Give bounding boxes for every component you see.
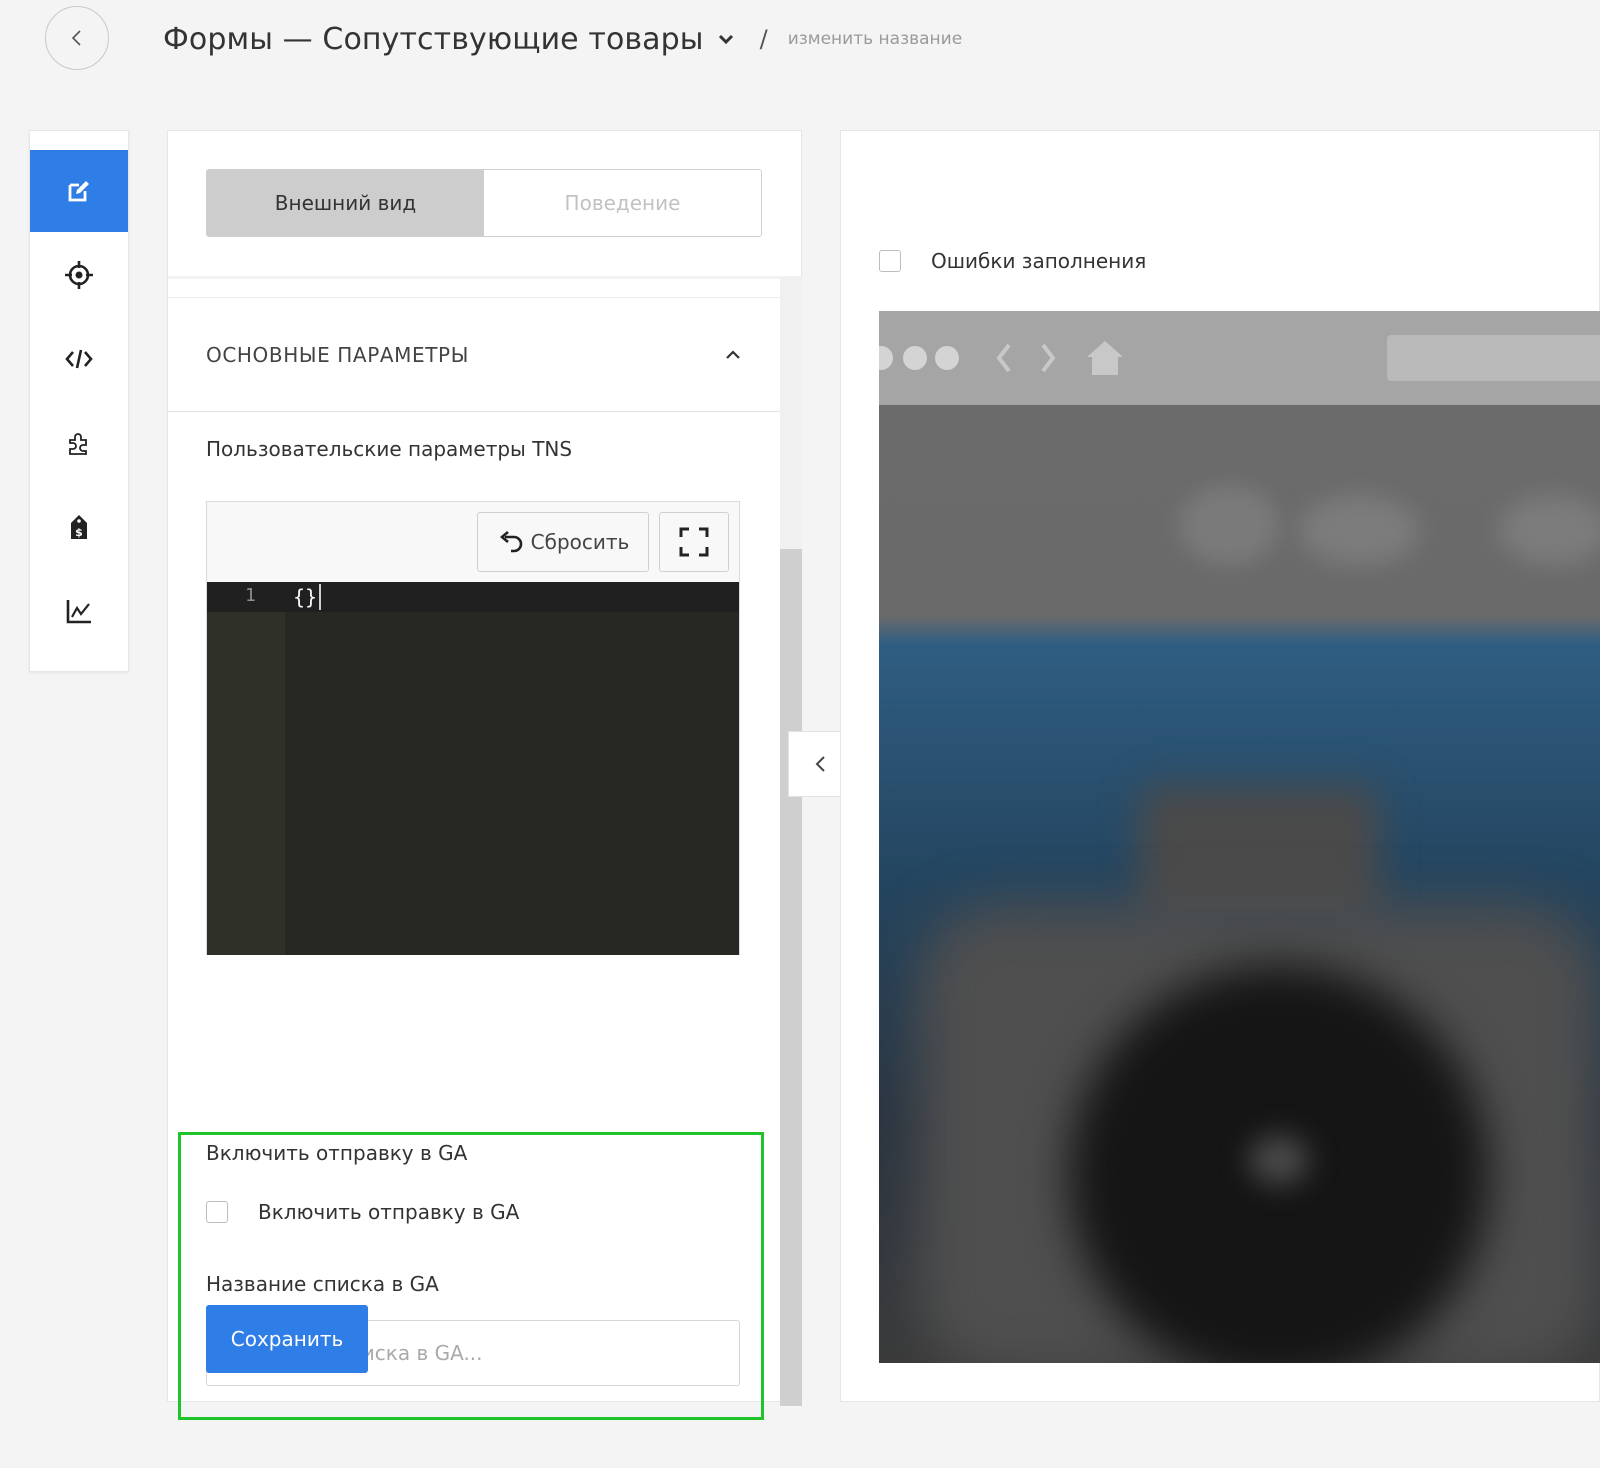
chevron-left-icon bbox=[815, 756, 825, 772]
blurred-shape bbox=[1499, 495, 1600, 565]
errors-toggle-row[interactable]: Ошибки заполнения bbox=[879, 249, 1146, 273]
editor-toolbar: Сбросить bbox=[207, 502, 739, 582]
price-tag-icon: $ bbox=[71, 515, 87, 539]
code-icon bbox=[65, 349, 93, 369]
tns-params-label: Пользовательские параметры TNS bbox=[206, 437, 573, 461]
target-icon bbox=[65, 261, 93, 289]
code-area[interactable]: 1 {} bbox=[207, 582, 739, 955]
settings-scroll-area: ОСНОВНЫЕ ПАРАМЕТРЫ Пользовательские пара… bbox=[168, 276, 780, 1420]
window-dot bbox=[935, 346, 959, 370]
puzzle-icon bbox=[69, 433, 87, 455]
errors-checkbox-label[interactable]: Ошибки заполнения bbox=[931, 249, 1146, 273]
edit-icon bbox=[68, 181, 89, 202]
blurred-shape bbox=[1139, 785, 1379, 925]
rename-link[interactable]: изменить название bbox=[788, 29, 963, 49]
tns-code-editor: Сбросить 1 {} bbox=[206, 501, 740, 955]
text-cursor bbox=[319, 584, 321, 610]
ga-enable-checkbox-label[interactable]: Включить отправку в GA bbox=[258, 1200, 519, 1224]
sidebar-item-targeting[interactable] bbox=[30, 234, 128, 316]
reset-button[interactable]: Сбросить bbox=[477, 512, 649, 572]
sidebar-item-integrations[interactable] bbox=[30, 402, 128, 484]
window-dot bbox=[903, 346, 927, 370]
chevron-up-icon bbox=[726, 350, 740, 359]
line-gutter bbox=[207, 582, 285, 955]
active-line-highlight bbox=[207, 582, 739, 612]
ga-section-label: Включить отправку в GA bbox=[206, 1141, 468, 1165]
errors-checkbox[interactable] bbox=[879, 250, 901, 272]
sidebar-item-code[interactable] bbox=[30, 318, 128, 400]
blurred-shape bbox=[1299, 495, 1419, 565]
scrollbar-thumb[interactable] bbox=[780, 549, 802, 1406]
svg-text:$: $ bbox=[75, 526, 83, 539]
chevron-down-icon[interactable] bbox=[716, 29, 736, 49]
sidebar-item-pricing[interactable]: $ bbox=[30, 486, 128, 568]
save-button[interactable]: Сохранить bbox=[206, 1305, 368, 1373]
window-dot bbox=[879, 346, 893, 370]
blurred-shape bbox=[1179, 485, 1279, 565]
tab-appearance[interactable]: Внешний вид bbox=[207, 170, 484, 236]
ga-list-label: Название списка в GA bbox=[206, 1272, 439, 1296]
browser-nav-arrows-icon bbox=[996, 343, 1056, 373]
browser-preview bbox=[879, 311, 1600, 1363]
chevron-left-icon bbox=[71, 30, 81, 46]
preview-image bbox=[879, 405, 1600, 1363]
code-text: {} bbox=[293, 585, 318, 609]
tab-behavior[interactable]: Поведение bbox=[484, 170, 761, 236]
section-title: ОСНОВНЫЕ ПАРАМЕТРЫ bbox=[206, 342, 469, 367]
settings-panel: Внешний вид Поведение ОСНОВНЫЕ ПАРАМЕТРЫ… bbox=[167, 130, 802, 1420]
fullscreen-icon bbox=[679, 527, 709, 557]
sidebar-item-edit[interactable] bbox=[30, 150, 128, 232]
sidebar-item-analytics[interactable] bbox=[30, 570, 128, 652]
home-icon bbox=[1087, 341, 1123, 375]
chart-icon bbox=[66, 600, 91, 624]
line-number: 1 bbox=[245, 585, 256, 606]
back-button[interactable] bbox=[45, 6, 109, 70]
icon-sidebar: $ bbox=[29, 130, 129, 672]
browser-toolbar bbox=[879, 311, 1600, 405]
breadcrumb: Формы — Сопутствующие товары / изменить … bbox=[163, 18, 962, 60]
breadcrumb-separator: / bbox=[759, 25, 768, 53]
blurred-shape bbox=[1249, 1135, 1309, 1185]
section-header-main[interactable]: ОСНОВНЫЕ ПАРАМЕТРЫ bbox=[168, 297, 780, 412]
page-title: Формы — Сопутствующие товары bbox=[163, 21, 704, 57]
url-bar bbox=[1387, 335, 1600, 381]
ga-enable-row[interactable]: Включить отправку в GA bbox=[206, 1200, 519, 1224]
ga-enable-checkbox[interactable] bbox=[206, 1201, 228, 1223]
reset-label: Сбросить bbox=[530, 530, 630, 554]
fullscreen-button[interactable] bbox=[659, 512, 729, 572]
preview-panel: Ошибки заполнения bbox=[840, 130, 1600, 1402]
undo-icon bbox=[499, 531, 522, 553]
view-tabs: Внешний вид Поведение bbox=[206, 169, 762, 237]
